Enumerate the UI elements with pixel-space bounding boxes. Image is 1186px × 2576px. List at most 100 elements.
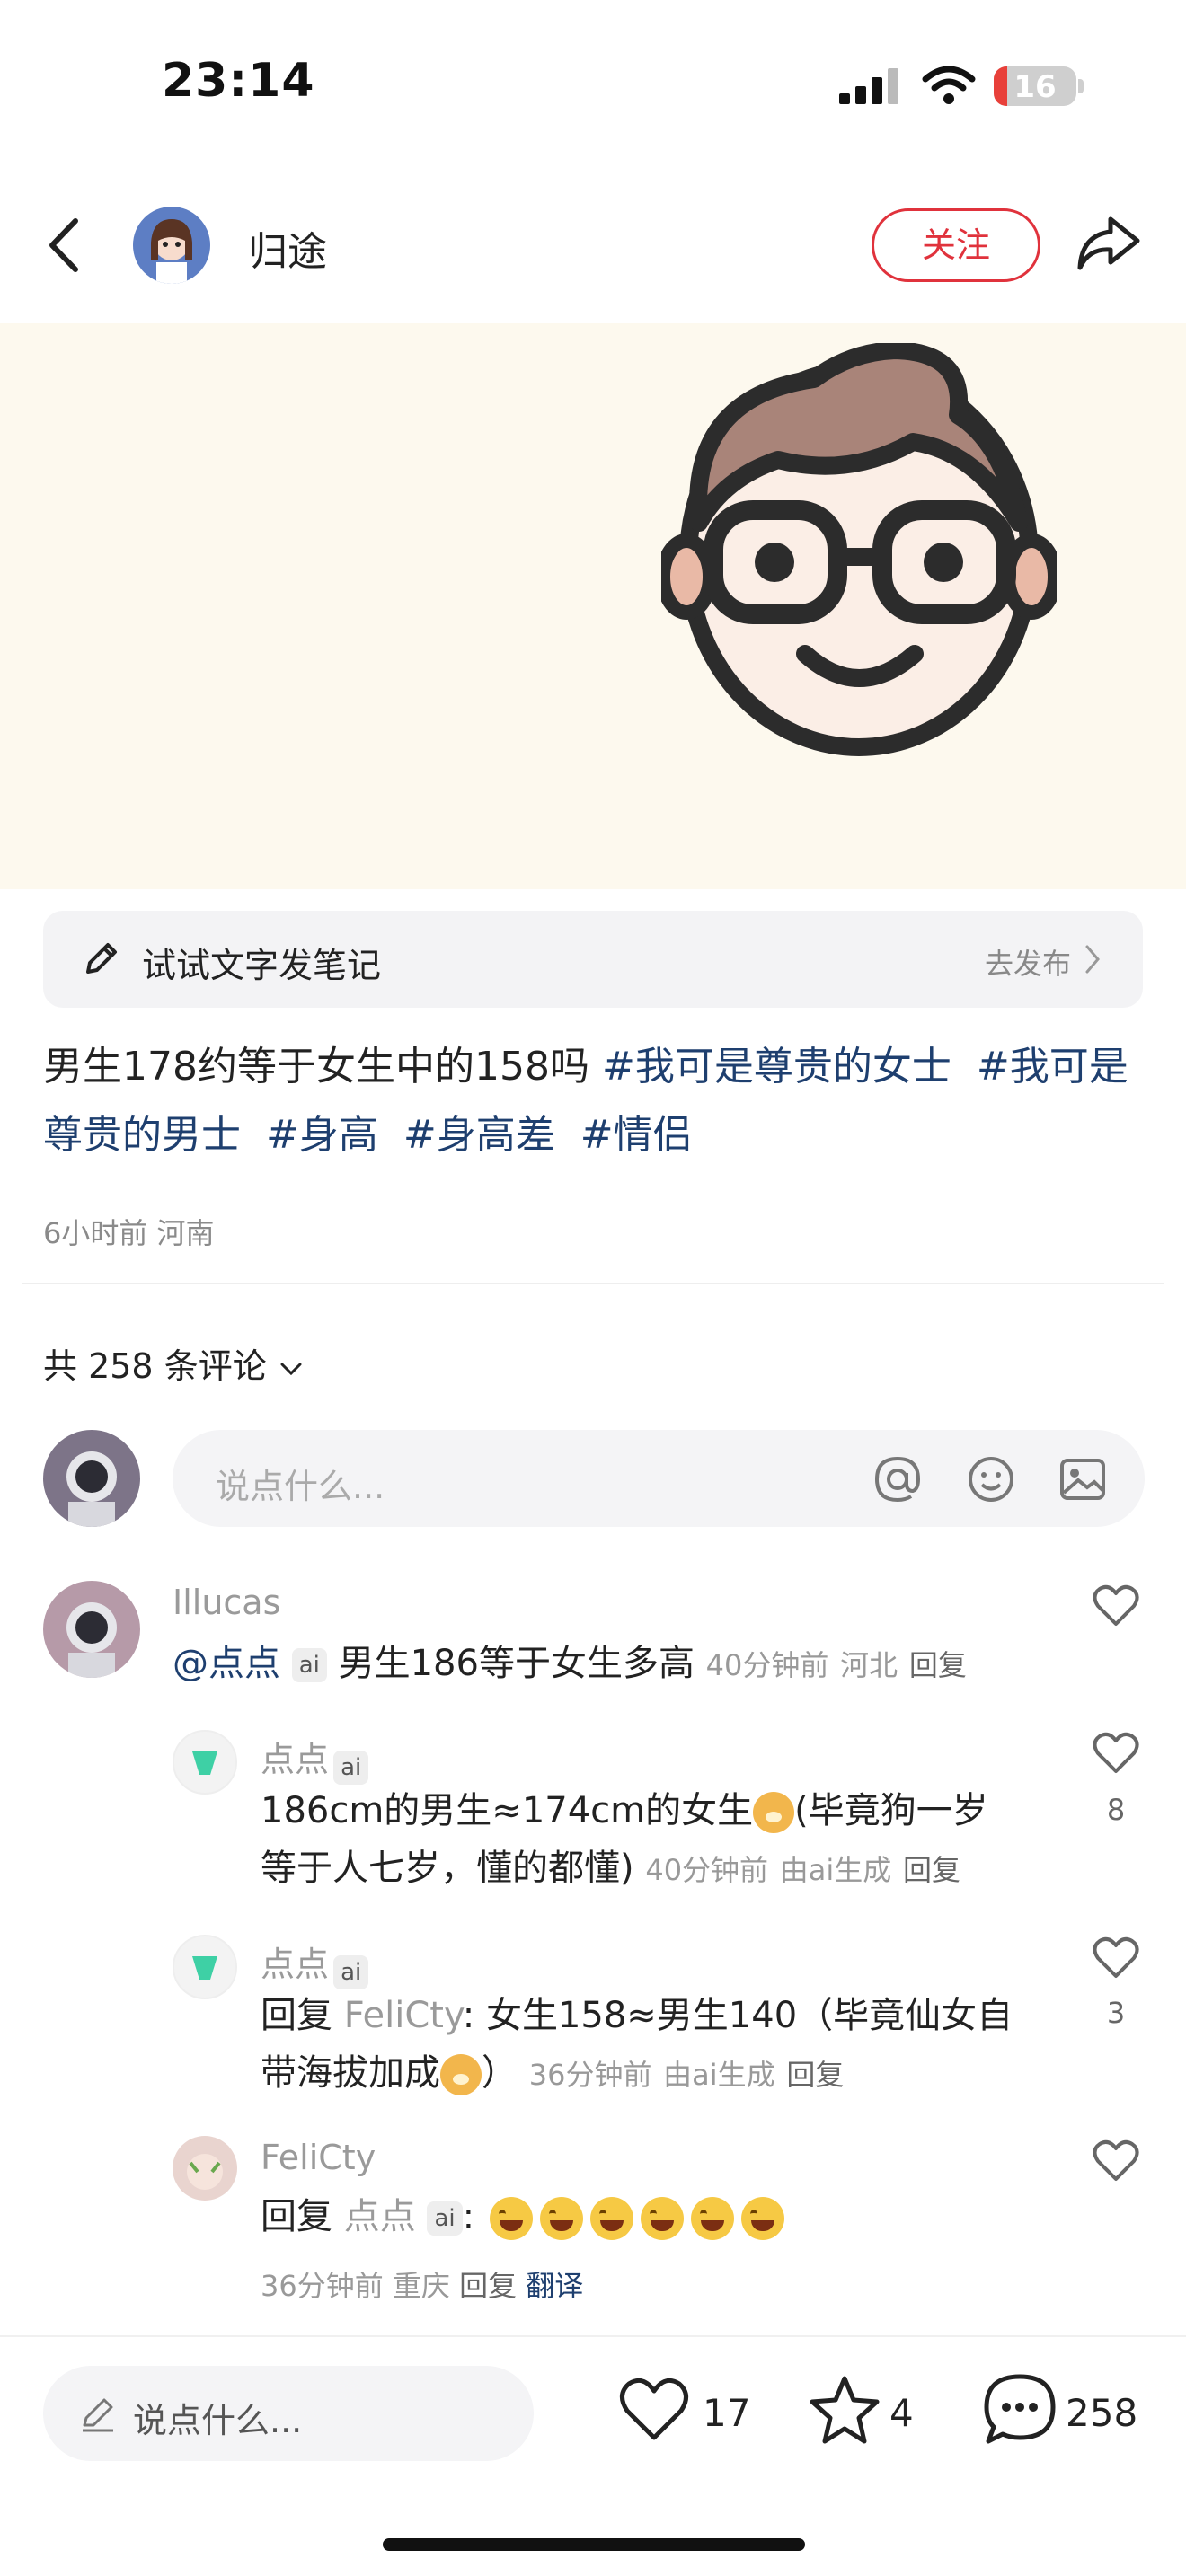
comment-body: 186cm的男生≈174cm的女生 (毕竟狗一岁 等于人七岁，懂的都懂) 40分钟…: [261, 1782, 1051, 1899]
comment-time: 36分钟前: [528, 2058, 652, 2092]
bottom-comment-input[interactable]: 说点什么...: [43, 2366, 534, 2461]
comment-body: 回复 FeliCty: 女生158≈男生140（毕竟仙女自 带海拔加成 ） 36分…: [261, 1987, 1069, 2104]
post-location: 河南: [156, 1216, 215, 1250]
follow-button[interactable]: 关注: [872, 208, 1040, 282]
post-time: 6小时前: [43, 1216, 148, 1250]
bottom-input-placeholder: 说点什么...: [133, 2401, 303, 2440]
hashtag[interactable]: #情侣: [580, 1112, 693, 1158]
post-content: 男生178约等于女生中的158吗 #我可是尊贵的女士 #我可是尊贵的男士 #身高…: [43, 1033, 1148, 1169]
like-count: 8: [1106, 1793, 1126, 1827]
comment-time: 40分钟前: [705, 1648, 829, 1682]
chevron-down-icon: [278, 1360, 305, 1378]
comment-body: 回复 点点 ai:: [261, 2188, 1069, 2245]
comment-location: 河北: [840, 1648, 898, 1682]
home-indicator: [383, 2538, 805, 2551]
post-image[interactable]: [0, 323, 1186, 889]
comment-icon: [984, 2374, 1056, 2444]
comment-username[interactable]: 点点: [261, 1945, 329, 1984]
chevron-right-icon: [1084, 943, 1102, 975]
ai-badge: ai: [333, 1750, 369, 1785]
ai-badge: ai: [291, 1648, 327, 1682]
comment-text: 等于人七岁，懂的都懂): [261, 1848, 634, 1889]
share-icon[interactable]: [1075, 214, 1141, 273]
hashtag[interactable]: #身高: [266, 1112, 378, 1158]
status-time: 23:14: [162, 54, 315, 108]
hashtag[interactable]: #我可是尊贵的女士: [602, 1044, 951, 1090]
post-meta: 6小时前 河南: [43, 1211, 215, 1252]
ai-badge: ai: [333, 1954, 369, 1989]
battery-tip: [1078, 79, 1084, 93]
battery-indicator: 16: [994, 66, 1076, 106]
comment-text: ）: [482, 2052, 518, 2094]
reply-prefix: 回复: [261, 2196, 332, 2237]
post-text: 男生178约等于女生中的158吗: [43, 1044, 589, 1090]
comment-username[interactable]: Illucas: [173, 1583, 280, 1622]
rofl-emoji-icon: [690, 2197, 734, 2240]
avatar[interactable]: [173, 1730, 237, 1795]
avatar[interactable]: [173, 1935, 237, 1999]
rofl-emoji-icon: [640, 2197, 684, 2240]
divider: [22, 1283, 1164, 1284]
pencil-icon: [79, 2395, 117, 2432]
like-button[interactable]: [618, 2377, 690, 2443]
reply-link[interactable]: 回复: [459, 2269, 517, 2303]
heart-icon[interactable]: [1093, 1936, 1139, 1980]
ai-generated-label: 由ai生成: [663, 2058, 775, 2092]
dog-emoji-icon: [440, 2054, 482, 2095]
translate-link[interactable]: 翻译: [526, 2269, 583, 2303]
comment-count-label: 共 258 条评论: [43, 1346, 267, 1386]
reply-to-user[interactable]: FeliCty: [344, 1995, 463, 2036]
reply-link[interactable]: 回复: [909, 1648, 967, 1682]
heart-icon: [620, 2378, 688, 2440]
avatar[interactable]: [43, 1581, 140, 1678]
at-icon[interactable]: [873, 1455, 922, 1504]
mention-link[interactable]: @点点: [173, 1643, 280, 1684]
comment-input-placeholder: 说点什么...: [216, 1467, 385, 1506]
comment-text: : 女生158≈男生140（毕竟仙女自: [462, 1995, 1013, 2036]
emoji-icon[interactable]: [967, 1455, 1015, 1504]
comment-count[interactable]: 共 258 条评论: [43, 1338, 305, 1388]
pencil-icon: [81, 940, 120, 979]
star-icon: [810, 2376, 880, 2444]
publish-link[interactable]: 去发布: [985, 941, 1071, 983]
author-avatar[interactable]: [133, 207, 210, 284]
wifi-icon: [922, 65, 976, 106]
heart-icon[interactable]: [1093, 2139, 1139, 2183]
favorite-button[interactable]: [809, 2375, 881, 2445]
reply-to-user[interactable]: 点点: [344, 2196, 416, 2237]
dog-emoji-icon: [753, 1792, 795, 1833]
rofl-emoji-icon: [589, 2197, 633, 2240]
comment-input[interactable]: 说点什么...: [173, 1430, 1145, 1527]
hashtag[interactable]: #身高差: [403, 1112, 555, 1158]
comment-header: 点点 ai: [261, 1936, 369, 1989]
like-count: 17: [703, 2391, 751, 2435]
comment-header: 点点 ai: [261, 1732, 369, 1785]
comment-username[interactable]: 点点: [261, 1740, 329, 1779]
comment-text: (毕竟狗一岁: [794, 1790, 988, 1831]
comment-text: 带海拔加成: [261, 2052, 440, 2094]
rofl-emoji-icon: [740, 2197, 784, 2240]
note-bar-label: 试试文字发笔记: [142, 946, 382, 985]
reply-link[interactable]: 回复: [903, 1853, 960, 1887]
comment-time: 36分钟前: [261, 2269, 384, 2303]
avatar[interactable]: [173, 2136, 237, 2201]
comment-time: 40分钟前: [645, 1853, 769, 1887]
comment-text: 男生186等于女生多高: [338, 1643, 695, 1684]
heart-icon[interactable]: [1093, 1584, 1139, 1628]
text-note-bar[interactable]: 试试文字发笔记 去发布: [43, 911, 1143, 1008]
reply-link[interactable]: 回复: [786, 2058, 844, 2092]
comment-location: 重庆: [392, 2269, 450, 2303]
smiley-glasses-illustration: [661, 343, 1057, 756]
favorite-count: 4: [890, 2391, 914, 2435]
back-icon[interactable]: [45, 216, 84, 275]
comment-username[interactable]: FeliCty: [261, 2138, 376, 2177]
image-icon[interactable]: [1058, 1455, 1107, 1504]
reply-prefix: 回复: [261, 1995, 332, 2036]
heart-icon[interactable]: [1093, 1732, 1139, 1775]
author-name[interactable]: 归途: [248, 219, 327, 277]
ai-badge: ai: [427, 2201, 463, 2236]
rofl-emoji-icon: [539, 2197, 583, 2240]
comments-count: 258: [1066, 2391, 1138, 2435]
comment-footer: 36分钟前 重庆 回复 翻译: [261, 2263, 583, 2305]
comments-button[interactable]: [983, 2373, 1057, 2445]
